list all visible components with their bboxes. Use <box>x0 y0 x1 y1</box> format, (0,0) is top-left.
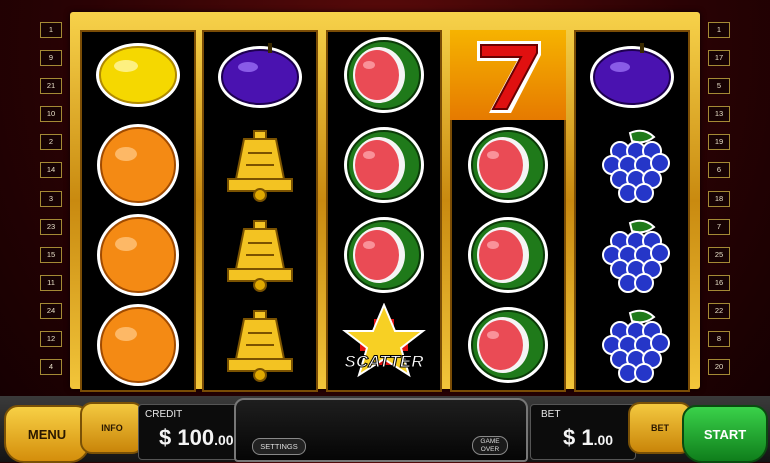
watermelon-symbol <box>450 120 566 210</box>
reel-4 <box>450 30 566 392</box>
scatter-symbol: SCATTER <box>326 300 442 390</box>
settings-button[interactable]: SETTINGS <box>252 438 306 455</box>
watermelon-symbol <box>450 210 566 300</box>
bell-symbol <box>202 300 318 390</box>
left-payline-badge: 12 <box>40 331 62 348</box>
payline-indicators-left: 1 9 21 10 2 14 3 23 15 11 24 12 4 <box>40 22 62 387</box>
right-payline-badge: 5 <box>708 78 730 95</box>
right-payline-badge: 6 <box>708 162 730 179</box>
left-payline-badge: 21 <box>40 78 62 95</box>
menu-button[interactable]: MENU <box>4 405 90 463</box>
bet-currency: $ <box>563 425 576 450</box>
left-payline-badge: 2 <box>40 134 62 151</box>
bell-symbol <box>202 120 318 210</box>
seven-symbol <box>450 30 566 120</box>
grapes-symbol <box>574 120 690 210</box>
bet-panel: BET $ 1.00 <box>530 404 636 460</box>
plum-symbol <box>202 30 318 120</box>
payline-indicators-right: 1 17 5 13 19 6 18 7 25 16 22 8 20 <box>708 22 730 387</box>
credit-currency: $ <box>159 425 172 450</box>
right-payline-badge: 17 <box>708 50 730 67</box>
orange-symbol <box>80 300 196 390</box>
right-payline-badge: 13 <box>708 106 730 123</box>
watermelon-symbol <box>326 30 442 120</box>
credit-label: CREDIT <box>145 409 183 420</box>
left-payline-badge: 24 <box>40 302 62 319</box>
reel-3: SCATTER <box>326 30 442 392</box>
orange-symbol <box>80 120 196 210</box>
bet-whole: 1 <box>581 425 594 450</box>
grapes-symbol <box>574 300 690 390</box>
info-button[interactable]: INFO <box>80 402 144 454</box>
credit-whole: 100 <box>177 425 215 450</box>
reel-5 <box>574 30 690 392</box>
right-payline-badge: 16 <box>708 274 730 291</box>
lemon-symbol <box>80 30 196 120</box>
reel-2 <box>202 30 318 392</box>
orange-symbol <box>80 210 196 300</box>
bet-value: $ 1.00 <box>563 425 613 451</box>
left-payline-badge: 15 <box>40 246 62 263</box>
left-payline-badge: 10 <box>40 106 62 123</box>
scatter-label: SCATTER <box>344 352 424 371</box>
game-over-line2: OVER <box>480 446 500 453</box>
left-payline-badge: 11 <box>40 274 62 291</box>
left-payline-badge: 1 <box>40 22 62 38</box>
watermelon-symbol <box>450 300 566 390</box>
right-payline-badge: 1 <box>708 22 730 38</box>
reels-frame: SCATTER <box>70 12 700 392</box>
game-over-button[interactable]: GAME OVER <box>472 436 508 455</box>
credit-cents: .00 <box>214 432 234 448</box>
left-payline-badge: 3 <box>40 190 62 207</box>
left-payline-badge: 9 <box>40 50 62 67</box>
credit-value: $ 100.00 <box>159 425 234 451</box>
right-payline-badge: 8 <box>708 331 730 348</box>
start-button[interactable]: START <box>682 405 768 463</box>
left-payline-badge: 4 <box>40 359 62 376</box>
right-payline-badge: 20 <box>708 359 730 376</box>
right-payline-badge: 25 <box>708 246 730 263</box>
right-payline-badge: 22 <box>708 302 730 319</box>
reel-1 <box>80 30 196 392</box>
credit-panel: CREDIT $ 100.00 <box>138 404 248 460</box>
watermelon-symbol <box>326 210 442 300</box>
grapes-symbol <box>574 210 690 300</box>
left-payline-badge: 14 <box>40 162 62 179</box>
right-payline-badge: 19 <box>708 134 730 151</box>
right-payline-badge: 7 <box>708 218 730 235</box>
plum-symbol <box>574 30 690 120</box>
bet-label: BET <box>541 409 561 420</box>
bet-cents: .00 <box>593 432 614 448</box>
watermelon-symbol <box>326 120 442 210</box>
right-payline-badge: 18 <box>708 190 730 207</box>
game-over-line1: GAME <box>480 438 500 445</box>
bell-symbol <box>202 210 318 300</box>
left-payline-badge: 23 <box>40 218 62 235</box>
